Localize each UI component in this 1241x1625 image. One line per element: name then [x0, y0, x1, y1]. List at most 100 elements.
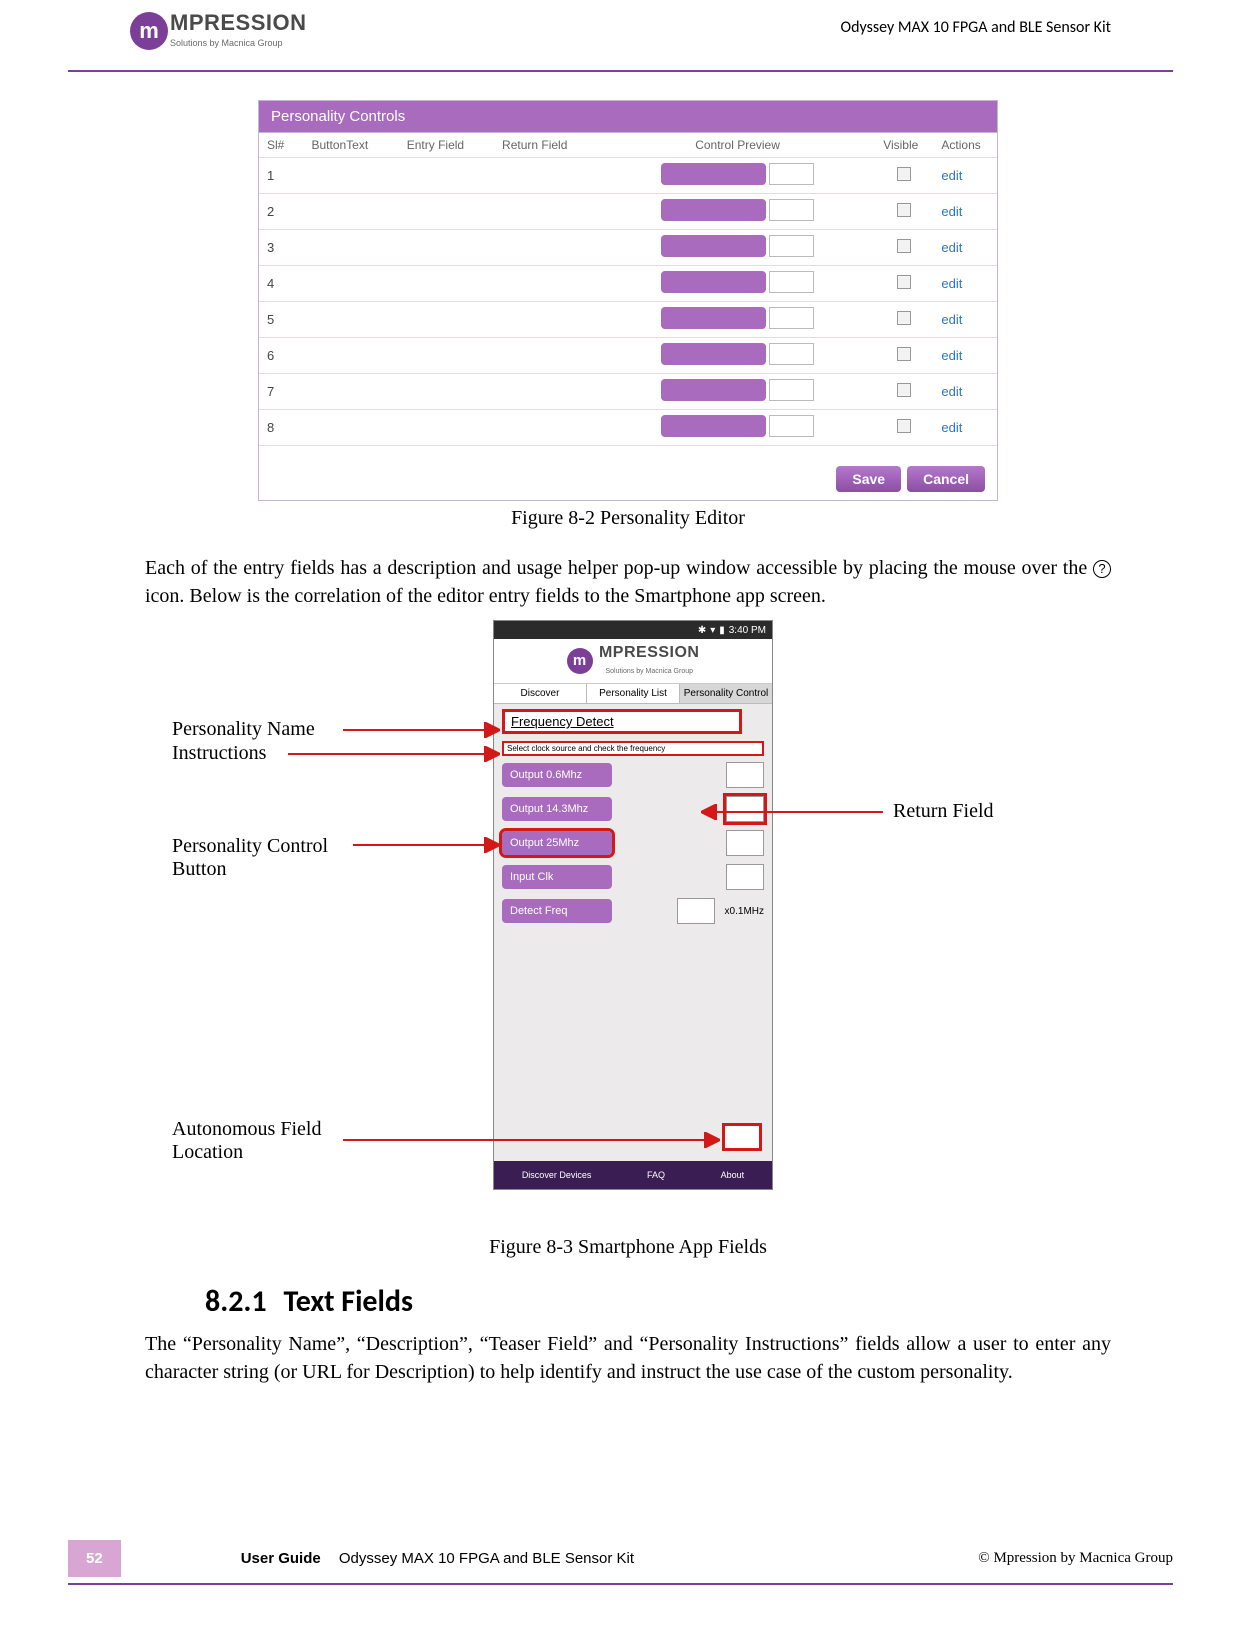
editor-buttons: Save Cancel: [259, 446, 997, 500]
section-number: 8.2.1: [205, 1283, 267, 1320]
phone-logo-mark-icon: m: [567, 648, 593, 674]
footer-kit-label: Odyssey MAX 10 FPGA and BLE Sensor Kit: [339, 1550, 634, 1567]
visible-checkbox[interactable]: [897, 275, 911, 289]
table-row: 3 edit: [259, 230, 997, 266]
footer-rule: [68, 1583, 1173, 1585]
callout-personality-name: Personality Name: [172, 718, 315, 741]
phone-control-row: Input Clk: [494, 862, 772, 896]
edit-link[interactable]: edit: [941, 204, 962, 219]
autonomous-field-box: [722, 1123, 762, 1151]
phone-control-row: Output 25Mhz: [494, 828, 772, 862]
phone-diagram: ✱ ▾ ▮ 3:40 PM m MPRESSION Solutions by M…: [148, 620, 1108, 1230]
logo: m MPRESSION Solutions by Macnica Group: [130, 12, 307, 50]
field-suffix: x0.1MHz: [725, 906, 764, 917]
table-row: 6 edit: [259, 338, 997, 374]
figure-8-2-caption: Figure 8-2 Personality Editor: [145, 507, 1111, 530]
phone-logo-brand: MPRESSION: [599, 644, 700, 661]
phone-bottom-nav: Discover Devices FAQ About: [494, 1161, 772, 1189]
control-button[interactable]: Output 0.6Mhz: [502, 763, 612, 787]
cancel-button[interactable]: Cancel: [907, 466, 985, 492]
page-header: m MPRESSION Solutions by Macnica Group O…: [0, 0, 1241, 70]
table-row: 4 edit: [259, 266, 997, 302]
table-row: 5 edit: [259, 302, 997, 338]
table-row: 1 edit: [259, 158, 997, 194]
header-doc-title: Odyssey MAX 10 FPGA and BLE Sensor Kit: [840, 18, 1111, 37]
edit-link[interactable]: edit: [941, 312, 962, 327]
col-controlpreview: Control Preview: [600, 133, 875, 158]
col-visible: Visible: [875, 133, 933, 158]
table-header-row: Sl# ButtonText Entry Field Return Field …: [259, 133, 997, 158]
help-icon: ?: [1093, 560, 1111, 578]
nav-faq[interactable]: FAQ: [647, 1170, 665, 1180]
page-number: 52: [68, 1540, 121, 1577]
col-buttontext: ButtonText: [303, 133, 398, 158]
control-button[interactable]: Output 14.3Mhz: [502, 797, 612, 821]
logo-brand: MPRESSION: [170, 10, 307, 35]
tab-personality-control[interactable]: Personality Control: [680, 684, 772, 703]
page-footer: 52 User Guide Odyssey MAX 10 FPGA and BL…: [0, 1540, 1241, 1585]
instructions-field: Select clock source and check the freque…: [502, 741, 764, 756]
paragraph-1: Each of the entry fields has a descripti…: [145, 554, 1111, 610]
editor-titlebar: Personality Controls: [259, 101, 997, 133]
edit-link[interactable]: edit: [941, 240, 962, 255]
return-field-box: [726, 864, 764, 890]
smartphone-screenshot: ✱ ▾ ▮ 3:40 PM m MPRESSION Solutions by M…: [493, 620, 773, 1190]
para1-part-a: Each of the entry fields has a descripti…: [145, 557, 1093, 579]
table-row: 7 edit: [259, 374, 997, 410]
phone-logo-bar: m MPRESSION Solutions by Macnica Group: [494, 639, 772, 684]
tab-personality-list[interactable]: Personality List: [587, 684, 680, 703]
footer-guide-label: User Guide: [241, 1550, 321, 1567]
phone-control-row: Output 14.3Mhz: [494, 794, 772, 828]
col-returnfield: Return Field: [494, 133, 600, 158]
callout-autonomous-field: Autonomous Field Location: [172, 1118, 362, 1164]
visible-checkbox[interactable]: [897, 239, 911, 253]
edit-link[interactable]: edit: [941, 384, 962, 399]
edit-link[interactable]: edit: [941, 420, 962, 435]
phone-logo-tagline: Solutions by Macnica Group: [605, 668, 693, 675]
visible-checkbox[interactable]: [897, 347, 911, 361]
bluetooth-icon: ✱: [698, 625, 706, 636]
tab-discover[interactable]: Discover: [494, 684, 587, 703]
personality-editor-screenshot: Personality Controls Sl# ButtonText Entr…: [258, 100, 998, 501]
visible-checkbox[interactable]: [897, 203, 911, 217]
status-time: 3:40 PM: [729, 625, 766, 636]
visible-checkbox[interactable]: [897, 419, 911, 433]
nav-discover[interactable]: Discover Devices: [522, 1170, 592, 1180]
control-button[interactable]: Input Clk: [502, 865, 612, 889]
footer-copyright: © Mpression by Macnica Group: [978, 1550, 1173, 1567]
battery-icon: ▮: [719, 625, 725, 636]
section-title: Text Fields: [283, 1283, 413, 1320]
figure-8-3-caption: Figure 8-3 Smartphone App Fields: [145, 1236, 1111, 1259]
visible-checkbox[interactable]: [897, 383, 911, 397]
phone-control-row: Detect Freq x0.1MHz: [494, 896, 772, 930]
visible-checkbox[interactable]: [897, 167, 911, 181]
edit-link[interactable]: edit: [941, 348, 962, 363]
table-row: 2 edit: [259, 194, 997, 230]
editor-table: Sl# ButtonText Entry Field Return Field …: [259, 133, 997, 446]
edit-link[interactable]: edit: [941, 168, 962, 183]
col-actions: Actions: [933, 133, 997, 158]
return-field-box: [726, 762, 764, 788]
edit-link[interactable]: edit: [941, 276, 962, 291]
callout-control-button: Personality Control Button: [172, 835, 362, 881]
phone-control-row: Output 0.6Mhz: [494, 760, 772, 794]
wifi-icon: ▾: [710, 625, 715, 636]
nav-about[interactable]: About: [721, 1170, 745, 1180]
save-button[interactable]: Save: [836, 466, 901, 492]
return-field-box: [726, 830, 764, 856]
control-button[interactable]: Detect Freq: [502, 899, 612, 923]
visible-checkbox[interactable]: [897, 311, 911, 325]
section-heading: 8.2.1 Text Fields: [205, 1283, 1111, 1320]
callout-instructions: Instructions: [172, 742, 266, 765]
logo-tagline: Solutions by Macnica Group: [170, 38, 283, 48]
phone-tabs: Discover Personality List Personality Co…: [494, 684, 772, 704]
paragraph-2: The “Personality Name”, “Description”, “…: [145, 1330, 1111, 1386]
logo-mark-icon: m: [130, 12, 168, 50]
col-entryfield: Entry Field: [399, 133, 494, 158]
return-field-box: [726, 796, 764, 822]
col-sl: Sl#: [259, 133, 303, 158]
control-button[interactable]: Output 25Mhz: [502, 831, 612, 855]
return-field-box: [677, 898, 715, 924]
status-bar: ✱ ▾ ▮ 3:40 PM: [494, 621, 772, 639]
para1-part-b: icon. Below is the correlation of the ed…: [145, 585, 826, 607]
